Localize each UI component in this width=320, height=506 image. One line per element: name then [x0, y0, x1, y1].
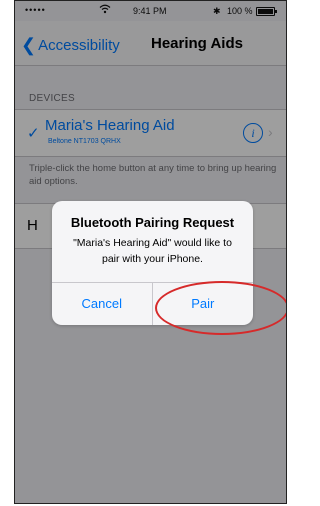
alert-button-bar: Cancel Pair — [52, 282, 253, 325]
cancel-button[interactable]: Cancel — [52, 283, 153, 325]
phone-screen: ••••• 9:41 PM ✱ 100 % ❮ Accessibility Hea… — [14, 0, 287, 504]
alert-message: "Maria's Hearing Aid" would like to pair… — [73, 237, 232, 265]
pairing-alert-dialog: Bluetooth Pairing Request "Maria's Heari… — [52, 201, 253, 325]
alert-title: Bluetooth Pairing Request — [70, 215, 235, 230]
pair-button[interactable]: Pair — [153, 283, 254, 325]
